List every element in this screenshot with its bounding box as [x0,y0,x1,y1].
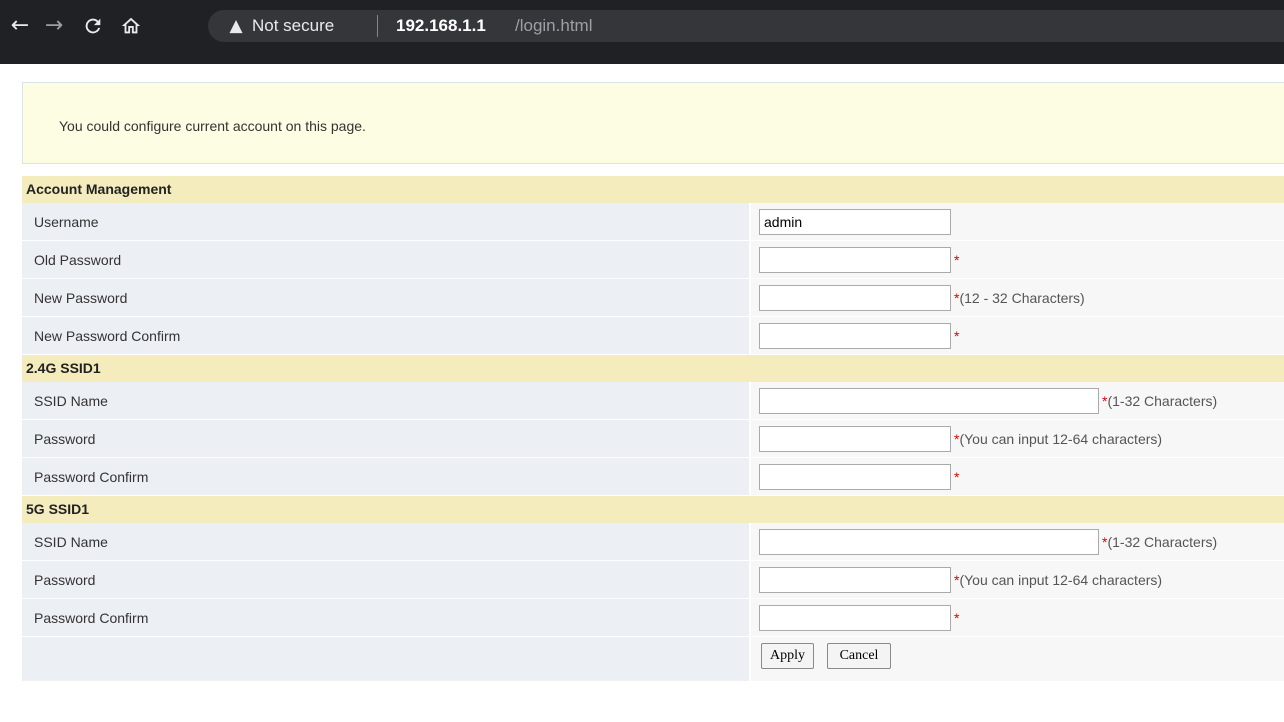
ssid5-password-row: Password *(You can input 12-64 character… [22,561,1284,599]
username-row: Username [22,203,1284,241]
username-input[interactable] [759,209,951,235]
ssid24-password-input[interactable] [759,426,951,452]
required-indicator: * [954,469,960,485]
url-separator [377,15,378,37]
ssid5-name-hint: *(1-32 Characters) [1102,534,1218,550]
reload-icon[interactable] [79,12,107,40]
old-password-row: Old Password * [22,241,1284,279]
new-password-confirm-input[interactable] [759,323,951,349]
ssid24-password-row: Password *(You can input 12-64 character… [22,420,1284,458]
ssid5-name-row: SSID Name *(1-32 Characters) [22,523,1284,561]
new-password-input[interactable] [759,285,951,311]
button-row: Apply Cancel [22,637,1284,681]
account-form: Account Management Username Old Password… [22,176,1284,681]
cancel-button[interactable]: Cancel [827,643,891,669]
ssid24-password-confirm-label: Password Confirm [22,458,749,495]
back-arrow-icon[interactable]: ← [6,12,34,40]
apply-button[interactable]: Apply [761,643,814,669]
section-header-24g-ssid1: 2.4G SSID1 [22,355,1284,382]
new-password-confirm-label: New Password Confirm [22,317,749,354]
ssid24-name-hint: *(1-32 Characters) [1102,393,1218,409]
security-label[interactable]: Not secure [252,16,334,36]
url-host: 192.168.1.1 [396,16,486,35]
ssid5-password-confirm-row: Password Confirm * [22,599,1284,637]
ssid5-password-hint: *(You can input 12-64 characters) [954,572,1163,588]
info-notice: You could configure current account on t… [22,82,1284,164]
old-password-input[interactable] [759,247,951,273]
ssid5-name-label: SSID Name [22,523,749,560]
ssid24-name-label: SSID Name [22,382,749,419]
ssid24-name-row: SSID Name *(1-32 Characters) [22,382,1284,420]
required-indicator: * [954,252,960,268]
section-header-5g-ssid1: 5G SSID1 [22,496,1284,523]
ssid5-name-input[interactable] [759,529,1099,555]
forward-arrow-icon[interactable]: → [40,12,68,40]
section-header-account: Account Management [22,176,1284,203]
home-icon[interactable] [117,12,145,40]
ssid5-password-confirm-label: Password Confirm [22,599,749,636]
new-password-label: New Password [22,279,749,316]
notice-text: You could configure current account on t… [59,118,366,134]
ssid24-password-hint: *(You can input 12-64 characters) [954,431,1163,447]
ssid5-password-label: Password [22,561,749,598]
ssid5-password-confirm-input[interactable] [759,605,951,631]
old-password-label: Old Password [22,241,749,278]
ssid24-password-confirm-row: Password Confirm * [22,458,1284,496]
url-path: /login.html [515,16,593,35]
new-password-row: New Password *(12 - 32 Characters) [22,279,1284,317]
new-password-confirm-row: New Password Confirm * [22,317,1284,355]
warning-triangle-icon[interactable]: ▲ [226,16,246,36]
new-password-hint: *(12 - 32 Characters) [954,290,1085,306]
required-indicator: * [954,610,960,626]
ssid24-password-confirm-input[interactable] [759,464,951,490]
required-indicator: * [954,328,960,344]
browser-toolbar: ← → ▲ Not secure 192.168.1.1 /login.html [0,0,1284,64]
ssid24-password-label: Password [22,420,749,457]
address-bar[interactable]: ▲ Not secure 192.168.1.1 /login.html [208,10,1284,42]
ssid24-name-input[interactable] [759,388,1099,414]
username-label: Username [22,203,749,240]
ssid5-password-input[interactable] [759,567,951,593]
